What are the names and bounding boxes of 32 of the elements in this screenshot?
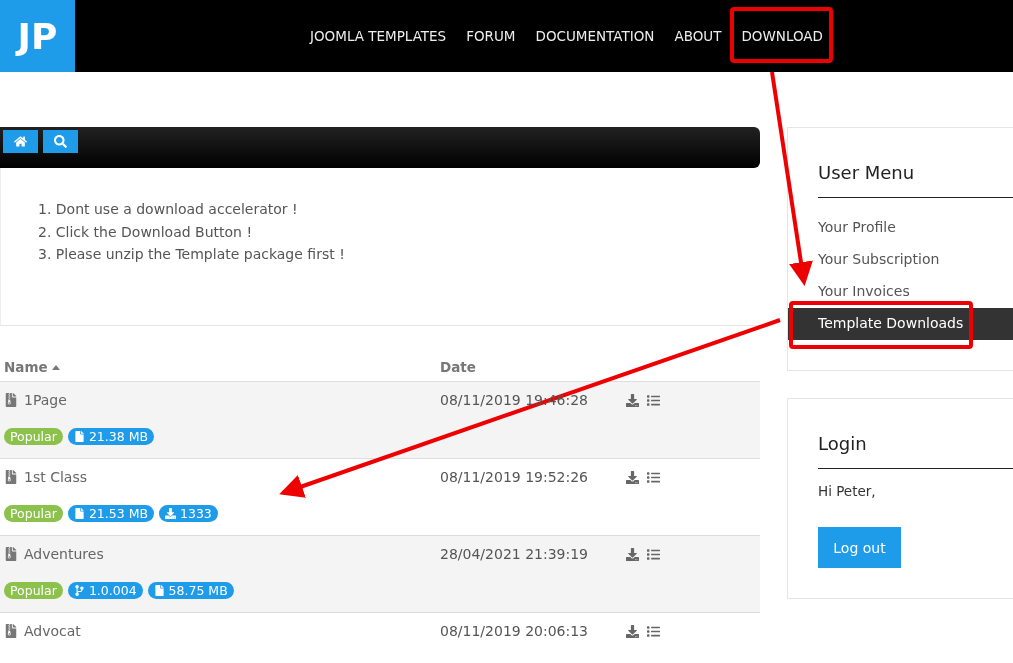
- info-tag: 1333: [159, 505, 218, 522]
- file-name[interactable]: Adventures: [24, 546, 104, 562]
- info-tag: 21.53 MB: [67, 505, 154, 522]
- nav-link[interactable]: ABOUT: [674, 24, 722, 48]
- menu-item[interactable]: Your Invoices: [788, 276, 1013, 308]
- info-tag: 58.75 MB: [147, 582, 234, 599]
- popular-tag: Popular: [4, 428, 63, 445]
- nav-link[interactable]: DOCUMENTATION: [535, 24, 655, 48]
- info-tag: 1.0.004: [67, 582, 143, 599]
- column-header[interactable]: Name: [4, 359, 48, 375]
- instruction-item: 2. Click the Download Button !: [38, 223, 254, 241]
- date-cell-text: 28/04/2021 21:39:19: [440, 546, 590, 562]
- greeting-text: Hi Peter,: [817, 483, 877, 499]
- instruction-item: 1. Dont use a download accelerator !: [38, 201, 299, 219]
- panel-title: User Menu: [817, 162, 916, 185]
- menu-item[interactable]: Template Downloads: [788, 308, 1013, 340]
- popular-tag: Popular: [4, 505, 63, 522]
- info-tag: 21.38 MB: [67, 428, 154, 445]
- popular-tag: Popular: [4, 582, 63, 599]
- menu-item[interactable]: Your Profile: [788, 212, 1013, 244]
- nav-link[interactable]: FORUM: [466, 24, 516, 48]
- file-name[interactable]: 1st Class: [24, 469, 87, 485]
- nav-link[interactable]: DOWNLOAD: [741, 24, 823, 48]
- nav-link[interactable]: JOOMLA TEMPLATES: [310, 24, 447, 48]
- date-cell-text: 08/11/2019 20:06:13: [440, 623, 590, 639]
- instruction-item: 3. Please unzip the Template package first !: [38, 246, 346, 264]
- column-header[interactable]: Date: [440, 359, 476, 375]
- menu-item[interactable]: Your Subscription: [788, 244, 1013, 276]
- file-name[interactable]: Advocat: [24, 623, 81, 639]
- date-cell-text: 08/11/2019 19:52:26: [440, 469, 590, 485]
- file-name[interactable]: 1Page: [24, 392, 67, 408]
- panel-title: Login: [817, 433, 868, 456]
